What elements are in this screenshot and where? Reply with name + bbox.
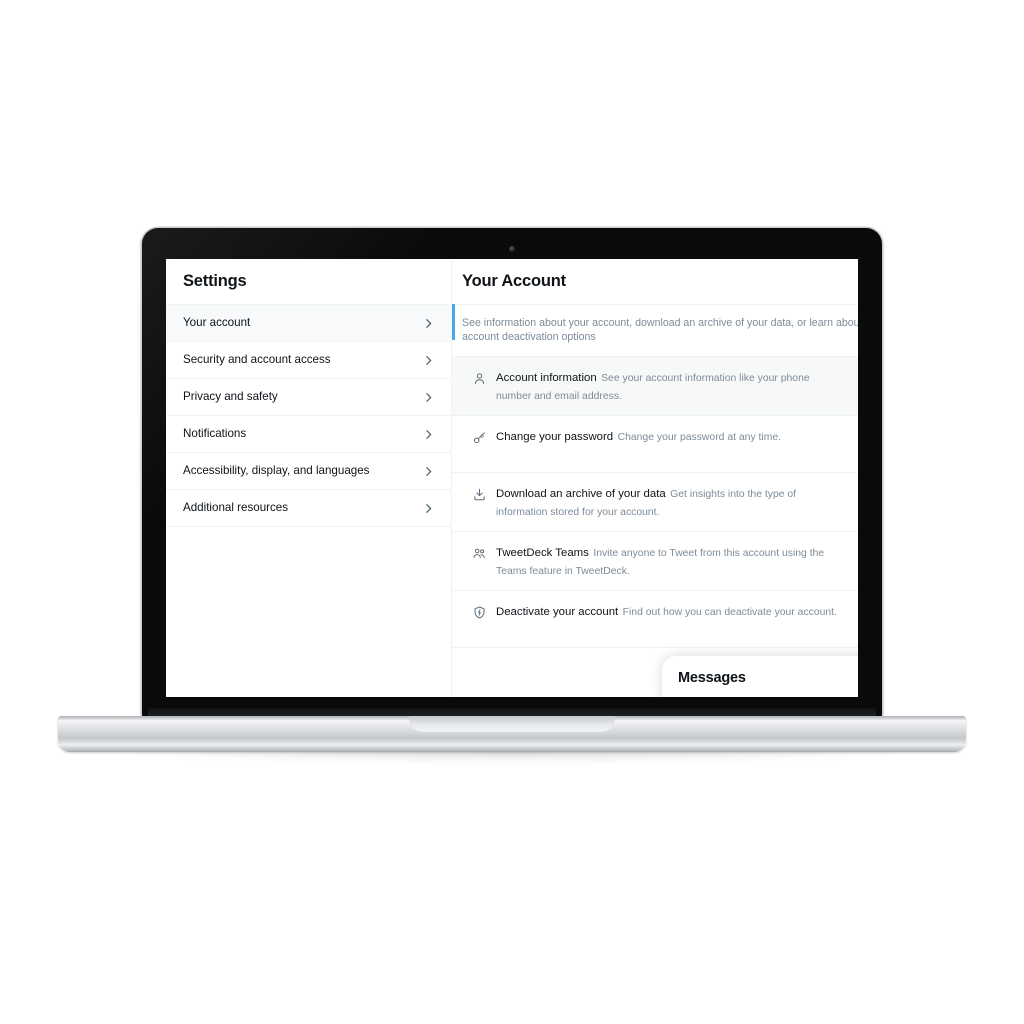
webcam-icon xyxy=(509,246,515,252)
sidebar-item-additional-resources[interactable]: Additional resources xyxy=(166,490,451,527)
laptop-screen: Settings Your account Security and accou… xyxy=(166,259,858,697)
people-group-icon xyxy=(462,543,496,561)
sidebar-item-label: Privacy and safety xyxy=(183,390,278,404)
chevron-right-icon xyxy=(422,317,435,330)
option-title: TweetDeck Teams xyxy=(496,547,589,560)
page-title: Settings xyxy=(183,272,247,290)
option-download-archive[interactable]: Download an archive of your data Get ins… xyxy=(452,473,858,533)
sidebar-item-your-account[interactable]: Your account xyxy=(166,305,451,342)
option-title: Deactivate your account xyxy=(496,606,619,619)
option-title: Account information xyxy=(496,372,597,385)
screenshot-canvas: Settings Your account Security and accou… xyxy=(0,0,1024,1024)
sidebar-item-label: Additional resources xyxy=(183,501,289,515)
settings-app: Settings Your account Security and accou… xyxy=(166,259,858,697)
laptop-base xyxy=(58,716,966,752)
sidebar-item-label: Security and account access xyxy=(183,353,331,367)
sidebar-item-accessibility-display-and-languages[interactable]: Accessibility, display, and languages xyxy=(166,453,451,490)
messages-dock[interactable]: Messages xyxy=(662,656,858,697)
sidebar-item-security-and-account-access[interactable]: Security and account access xyxy=(166,342,451,379)
option-text: TweetDeck Teams Invite anyone to Tweet f… xyxy=(496,543,844,579)
content-title: Your Account xyxy=(462,272,566,290)
content-description: See information about your account, down… xyxy=(452,305,858,358)
option-text: Download an archive of your data Get ins… xyxy=(496,484,844,520)
chevron-right-icon xyxy=(422,502,435,515)
settings-sidebar: Settings Your account Security and accou… xyxy=(166,259,452,697)
messages-dock-title: Messages xyxy=(678,670,746,686)
option-title: Change your password xyxy=(496,431,614,444)
active-section-accent-bar xyxy=(452,304,455,340)
sidebar-item-notifications[interactable]: Notifications xyxy=(166,416,451,453)
option-tweetdeck-teams[interactable]: TweetDeck Teams Invite anyone to Tweet f… xyxy=(452,532,858,592)
laptop-base-notch xyxy=(409,716,615,732)
content-description-text: See information about your account, down… xyxy=(462,317,858,344)
option-text: Account information See your account inf… xyxy=(496,368,844,404)
option-subtitle: Change your password at any time. xyxy=(617,432,782,444)
sidebar-item-label: Accessibility, display, and languages xyxy=(183,464,370,478)
sidebar-item-label: Your account xyxy=(183,316,251,330)
option-change-your-password[interactable]: Change your password Change your passwor… xyxy=(452,416,858,474)
option-text: Change your password Change your passwor… xyxy=(496,427,844,445)
chevron-right-icon xyxy=(422,428,435,441)
sidebar-item-privacy-and-safety[interactable]: Privacy and safety xyxy=(166,379,451,416)
sidebar-header: Settings xyxy=(166,259,451,305)
person-icon xyxy=(462,368,496,386)
sidebar-item-label: Notifications xyxy=(183,427,247,441)
download-icon xyxy=(462,484,496,502)
chevron-right-icon xyxy=(422,465,435,478)
option-title: Download an archive of your data xyxy=(496,488,666,501)
option-text: Deactivate your account Find out how you… xyxy=(496,602,844,620)
key-icon xyxy=(462,427,496,445)
settings-content-panel: Your Account See information about your … xyxy=(452,259,858,697)
option-account-information[interactable]: Account information See your account inf… xyxy=(452,357,858,417)
option-subtitle: Find out how you can deactivate your acc… xyxy=(622,607,837,619)
option-deactivate-your-account[interactable]: Deactivate your account Find out how you… xyxy=(452,591,858,649)
chevron-right-icon xyxy=(422,391,435,404)
content-header: Your Account xyxy=(452,259,858,305)
shield-broken-icon xyxy=(462,602,496,620)
chevron-right-icon xyxy=(422,354,435,367)
